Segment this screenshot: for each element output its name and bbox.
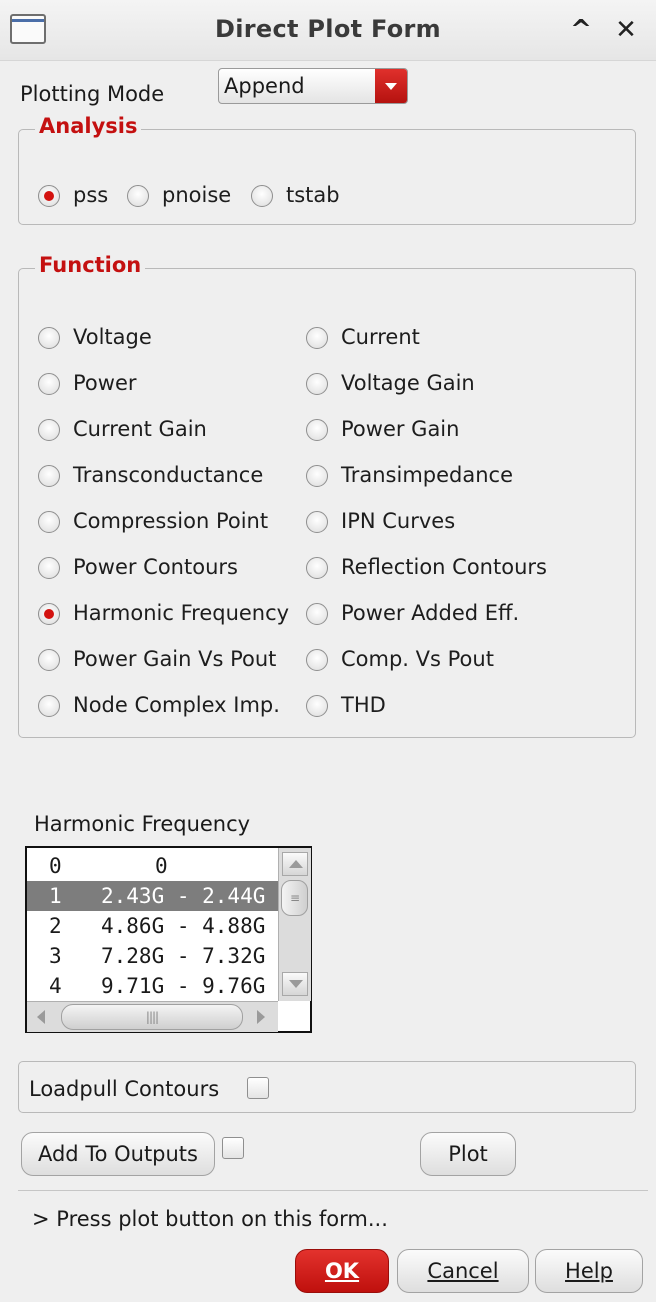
harmonic-index: 4 xyxy=(49,974,62,998)
function-radio-label[interactable]: Transimpedance xyxy=(341,463,513,487)
harmonic-frequency-range: 2.43G - 2.44G xyxy=(101,884,266,908)
divider xyxy=(18,1190,648,1191)
function-radio-label[interactable]: Power Gain xyxy=(341,417,459,441)
function-radio-left-5[interactable] xyxy=(38,557,60,579)
vertical-scroll-thumb[interactable]: ≡ xyxy=(281,880,308,916)
analysis-radio-label[interactable]: pnoise xyxy=(162,183,231,207)
cancel-button-label: Cancel xyxy=(427,1259,499,1283)
function-radio-left-7[interactable] xyxy=(38,649,60,671)
plot-button[interactable]: Plot xyxy=(420,1132,516,1176)
function-radio-label[interactable]: Power xyxy=(73,371,137,395)
analysis-radio-0[interactable] xyxy=(38,185,60,207)
analysis-radio-1[interactable] xyxy=(127,185,149,207)
list-item[interactable]: 4 9.71G - 9.76G xyxy=(27,971,278,1001)
function-radio-right-6[interactable] xyxy=(306,603,328,625)
analysis-radio-label[interactable]: pss xyxy=(73,183,108,207)
collapse-icon[interactable]: ^ xyxy=(565,14,597,46)
function-radio-label[interactable]: IPN Curves xyxy=(341,509,455,533)
grip-icon: |||| xyxy=(145,1010,159,1024)
function-radio-label[interactable]: Harmonic Frequency xyxy=(73,601,289,625)
scroll-down-icon[interactable] xyxy=(282,972,308,996)
function-radio-left-8[interactable] xyxy=(38,695,60,717)
plotting-mode-value: Append xyxy=(224,74,305,98)
add-to-outputs-button[interactable]: Add To Outputs xyxy=(21,1132,215,1176)
function-radio-right-5[interactable] xyxy=(306,557,328,579)
loadpull-contours-label: Loadpull Contours xyxy=(29,1077,220,1101)
analysis-radio-label[interactable]: tstab xyxy=(286,183,340,207)
function-radio-label[interactable]: Transconductance xyxy=(73,463,263,487)
harmonic-frequency-label: Harmonic Frequency xyxy=(34,812,251,836)
scroll-right-icon[interactable] xyxy=(249,1005,273,1029)
function-radio-label[interactable]: Comp. Vs Pout xyxy=(341,647,494,671)
scroll-up-icon[interactable] xyxy=(282,852,308,876)
analysis-group-title: Analysis xyxy=(35,114,142,138)
function-radio-label[interactable]: Reflection Contours xyxy=(341,555,547,579)
loadpull-contours-checkbox[interactable] xyxy=(247,1077,269,1099)
direct-plot-form-window: Direct Plot Form ^ ✕ Plotting Mode Appen… xyxy=(0,0,656,1302)
analysis-radio-2[interactable] xyxy=(251,185,273,207)
harmonic-frequency-list[interactable]: 0 0 1 2.43G - 2.44G 2 4.86G - 4.88G 3 7.28G - 7… xyxy=(25,846,312,1033)
window-title: Direct Plot Form xyxy=(214,15,441,43)
title-bar: Direct Plot Form ^ ✕ xyxy=(0,0,656,61)
harmonic-frequency-range: 7.28G - 7.32G xyxy=(101,944,266,968)
function-radio-label[interactable]: Node Complex Imp. xyxy=(73,693,280,717)
function-radio-left-2[interactable] xyxy=(38,419,60,441)
function-radio-label[interactable]: Current Gain xyxy=(73,417,207,441)
harmonic-index: 2 xyxy=(49,914,62,938)
harmonic-frequency-range: 4.86G - 4.88G xyxy=(101,914,266,938)
function-radio-right-2[interactable] xyxy=(306,419,328,441)
chevron-down-icon[interactable] xyxy=(375,69,407,103)
function-radio-label[interactable]: Power Added Eff. xyxy=(341,601,519,625)
list-item[interactable]: 00 xyxy=(27,851,278,881)
function-radio-left-0[interactable] xyxy=(38,327,60,349)
plotting-mode-label: Plotting Mode xyxy=(20,82,165,106)
function-radio-right-1[interactable] xyxy=(306,373,328,395)
ok-button-label: OK xyxy=(324,1259,360,1283)
list-item[interactable]: 3 7.28G - 7.32G xyxy=(27,941,278,971)
harmonic-index: 3 xyxy=(49,944,62,968)
horizontal-scroll-thumb[interactable]: |||| xyxy=(61,1004,243,1030)
harmonic-frequency-range: 0 xyxy=(155,854,168,878)
help-button[interactable]: Help xyxy=(535,1249,643,1293)
function-radio-label[interactable]: THD xyxy=(341,693,386,717)
harmonic-index: 1 xyxy=(49,884,62,908)
function-radio-right-4[interactable] xyxy=(306,511,328,533)
analysis-group: Analysis xyxy=(18,114,636,225)
function-radio-right-3[interactable] xyxy=(306,465,328,487)
horizontal-scrollbar[interactable]: |||| xyxy=(27,1001,278,1032)
add-to-outputs-checkbox[interactable] xyxy=(222,1137,244,1159)
close-icon[interactable]: ✕ xyxy=(610,14,642,46)
plotting-mode-select[interactable]: Append xyxy=(218,68,408,104)
list-item[interactable]: 1 2.43G - 2.44G xyxy=(27,881,278,911)
grip-icon: ≡ xyxy=(289,891,300,905)
help-button-label: Help xyxy=(565,1259,613,1283)
harmonic-index: 0 xyxy=(49,854,62,878)
function-radio-label[interactable]: Current xyxy=(341,325,420,349)
function-group-title: Function xyxy=(35,253,146,277)
function-radio-right-0[interactable] xyxy=(306,327,328,349)
function-radio-left-6[interactable] xyxy=(38,603,60,625)
list-item[interactable]: 2 4.86G - 4.88G xyxy=(27,911,278,941)
cancel-button[interactable]: Cancel xyxy=(397,1249,529,1293)
function-radio-label[interactable]: Power Contours xyxy=(73,555,238,579)
function-radio-right-7[interactable] xyxy=(306,649,328,671)
function-radio-left-3[interactable] xyxy=(38,465,60,487)
ok-button[interactable]: OK xyxy=(295,1249,389,1293)
status-message: > Press plot button on this form... xyxy=(32,1207,388,1231)
function-radio-label[interactable]: Voltage Gain xyxy=(341,371,475,395)
scroll-left-icon[interactable] xyxy=(31,1005,55,1029)
function-radio-left-4[interactable] xyxy=(38,511,60,533)
vertical-scrollbar[interactable]: ≡ xyxy=(278,848,311,1001)
function-radio-label[interactable]: Compression Point xyxy=(73,509,268,533)
function-radio-label[interactable]: Voltage xyxy=(73,325,152,349)
harmonic-frequency-range: 9.71G - 9.76G xyxy=(101,974,266,998)
function-radio-left-1[interactable] xyxy=(38,373,60,395)
function-radio-label[interactable]: Power Gain Vs Pout xyxy=(73,647,276,671)
function-radio-right-8[interactable] xyxy=(306,695,328,717)
